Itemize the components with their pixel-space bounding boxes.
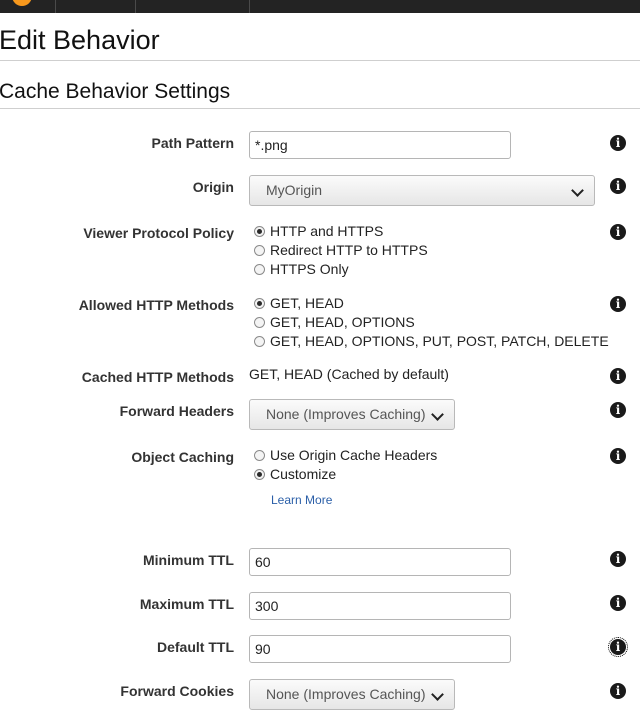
origin-select-value: MyOrigin [266,182,323,198]
learn-more-link[interactable]: Learn More [271,493,332,507]
forward-headers-select[interactable]: None (Improves Caching) [249,399,455,430]
maximum-ttl-input[interactable]: 300 [249,592,511,620]
chevron-down-icon [431,688,444,701]
path-pattern-label: Path Pattern [151,135,234,151]
nav-divider [249,0,250,13]
section-title: Cache Behavior Settings [0,80,231,103]
info-icon[interactable]: i [610,224,626,240]
chevron-down-icon [431,408,444,421]
info-icon[interactable]: i [610,178,626,194]
cached-http-methods-value: GET, HEAD (Cached by default) [249,366,449,382]
info-icon[interactable]: i [608,637,628,657]
radio-button[interactable] [254,469,265,480]
object-caching-label: Object Caching [131,449,234,465]
radio-button[interactable] [254,317,265,328]
info-icon[interactable]: i [610,402,626,418]
chevron-down-icon [571,184,584,197]
forward-cookies-value: None (Improves Caching) [266,686,426,702]
minimum-ttl-label: Minimum TTL [143,552,234,568]
default-ttl-label: Default TTL [157,639,234,655]
forward-cookies-select[interactable]: None (Improves Caching) [249,679,455,710]
info-icon[interactable]: i [610,551,626,567]
info-icon[interactable]: i [610,595,626,611]
section-divider [0,108,640,109]
origin-select[interactable]: MyOrigin [249,175,595,206]
radio-button[interactable] [254,336,265,347]
origin-label: Origin [192,179,234,195]
info-icon[interactable]: i [610,296,626,312]
title-divider [0,60,640,61]
nav-divider [135,0,136,13]
aws-logo-icon[interactable] [12,0,32,6]
info-icon[interactable]: i [610,448,626,464]
top-nav-bar [0,0,640,13]
default-ttl-input[interactable]: 90 [249,635,511,663]
cached-http-methods-label: Cached HTTP Methods [81,369,234,385]
radio-button[interactable] [254,450,265,461]
viewer-protocol-policy-label: Viewer Protocol Policy [83,225,234,241]
forward-headers-label: Forward Headers [119,403,234,419]
maximum-ttl-label: Maximum TTL [139,596,234,612]
radio-button[interactable] [254,226,265,237]
nav-divider [55,0,56,13]
forward-cookies-label: Forward Cookies [120,683,234,699]
allowed-http-methods-label: Allowed HTTP Methods [78,297,234,313]
info-icon[interactable]: i [610,135,626,151]
path-pattern-input[interactable]: *.png [249,131,511,159]
forward-headers-value: None (Improves Caching) [266,406,426,422]
radio-button[interactable] [254,245,265,256]
info-icon[interactable]: i [610,368,626,384]
page-title: Edit Behavior [0,25,160,55]
info-icon[interactable]: i [610,683,626,699]
radio-button[interactable] [254,264,265,275]
minimum-ttl-input[interactable]: 60 [249,548,511,576]
radio-button[interactable] [254,298,265,309]
